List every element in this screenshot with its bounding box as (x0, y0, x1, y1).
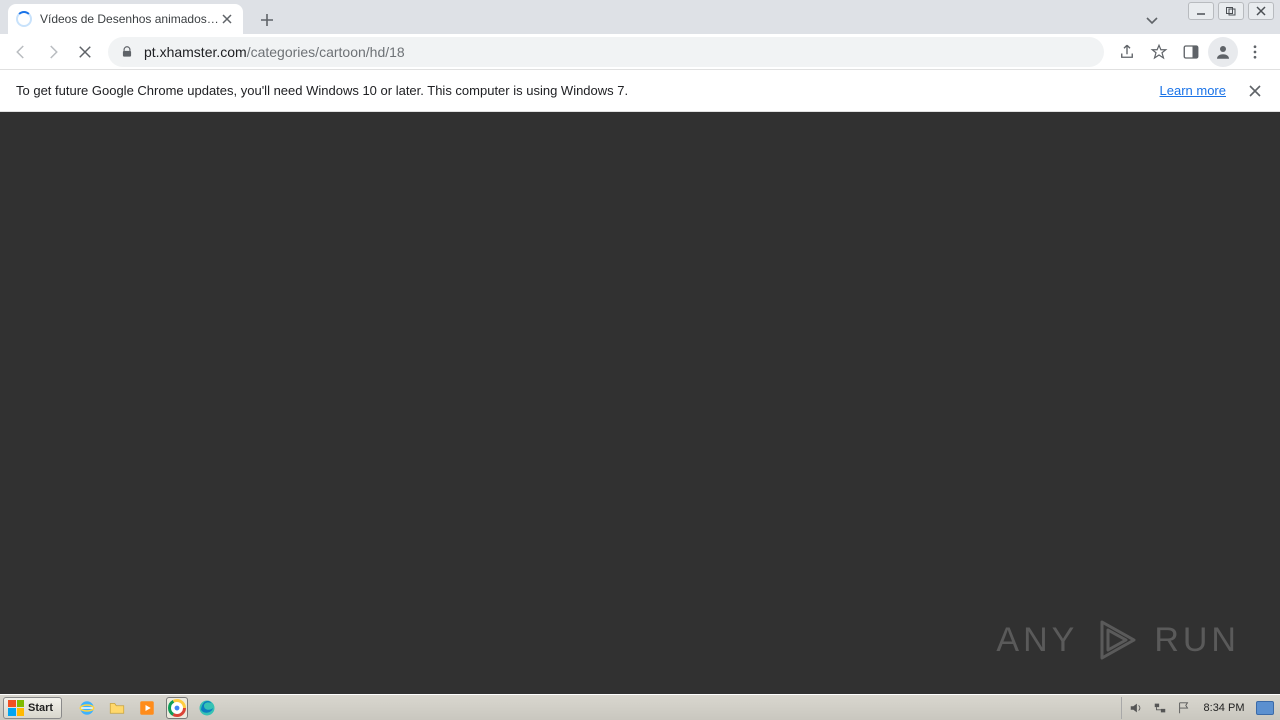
volume-icon (1129, 701, 1143, 715)
back-button[interactable] (6, 37, 36, 67)
chrome-icon (168, 699, 186, 717)
person-icon (1214, 43, 1232, 61)
close-icon (1255, 6, 1267, 16)
page-viewport: ANY RUN (0, 112, 1280, 694)
maximize-icon (1225, 6, 1237, 16)
close-icon (76, 43, 94, 61)
ie-icon (78, 699, 96, 717)
url-host: pt.xhamster.com (144, 44, 247, 60)
taskbar-pinned-apps (77, 698, 217, 718)
anyrun-watermark: ANY RUN (996, 616, 1240, 664)
taskbar-app-chrome[interactable] (167, 698, 187, 718)
minimize-icon (1195, 6, 1207, 16)
loading-spinner-icon (16, 11, 32, 27)
taskbar-app-explorer[interactable] (107, 698, 127, 718)
address-bar[interactable]: pt.xhamster.com/categories/cartoon/hd/18 (108, 37, 1104, 67)
minimize-button[interactable] (1188, 2, 1214, 20)
browser-toolbar: pt.xhamster.com/categories/cartoon/hd/18 (0, 34, 1280, 70)
infobar-message: To get future Google Chrome updates, you… (16, 83, 628, 98)
start-button[interactable]: Start (3, 697, 62, 719)
tray-flag[interactable] (1176, 700, 1192, 716)
chevron-down-icon (1145, 13, 1159, 27)
edge-icon (198, 699, 216, 717)
kebab-icon (1246, 43, 1264, 61)
taskbar-app-edge[interactable] (197, 698, 217, 718)
watermark-text-left: ANY (996, 621, 1078, 660)
start-label: Start (28, 702, 53, 714)
taskbar-app-media[interactable] (137, 698, 157, 718)
windows-taskbar: Start 8:34 PM (0, 694, 1280, 720)
tray-volume[interactable] (1128, 700, 1144, 716)
browser-window: Vídeos de Desenhos animados 720p (0, 0, 1280, 694)
side-panel-button[interactable] (1176, 37, 1206, 67)
tray-network[interactable] (1152, 700, 1168, 716)
forward-button[interactable] (38, 37, 68, 67)
star-icon (1150, 43, 1168, 61)
window-close-button[interactable] (1248, 2, 1274, 20)
close-icon (1249, 85, 1261, 97)
bookmark-button[interactable] (1144, 37, 1174, 67)
tray-clock[interactable]: 8:34 PM (1200, 702, 1248, 714)
network-icon (1153, 701, 1167, 715)
arrow-left-icon (12, 43, 30, 61)
tab-strip: Vídeos de Desenhos animados 720p (0, 0, 1280, 34)
url-path: /categories/cartoon/hd/18 (247, 44, 405, 60)
taskbar-app-ie[interactable] (77, 698, 97, 718)
media-player-icon (138, 699, 156, 717)
tab-close-button[interactable] (219, 11, 235, 27)
tab-title: Vídeos de Desenhos animados 720p (40, 12, 219, 26)
show-desktop-button[interactable] (1256, 701, 1274, 715)
close-icon (222, 14, 232, 24)
arrow-right-icon (44, 43, 62, 61)
toolbar-right-icons (1112, 37, 1274, 67)
maximize-button[interactable] (1218, 2, 1244, 20)
infobar-close-button[interactable] (1246, 82, 1264, 100)
flag-icon (1177, 701, 1191, 715)
chrome-menu-button[interactable] (1240, 37, 1270, 67)
browser-tab[interactable]: Vídeos de Desenhos animados 720p (8, 4, 243, 34)
update-infobar: To get future Google Chrome updates, you… (0, 70, 1280, 112)
share-icon (1118, 43, 1136, 61)
profile-button[interactable] (1208, 37, 1238, 67)
search-tabs-button[interactable] (1142, 10, 1162, 30)
watermark-text-right: RUN (1154, 621, 1240, 660)
windows-logo-icon (8, 700, 24, 716)
panel-icon (1182, 43, 1200, 61)
folder-icon (108, 699, 126, 717)
window-caption-buttons (1188, 2, 1274, 20)
stop-reload-button[interactable] (70, 37, 100, 67)
system-tray: 8:34 PM (1121, 697, 1280, 719)
share-button[interactable] (1112, 37, 1142, 67)
infobar-learn-more-link[interactable]: Learn more (1160, 83, 1226, 98)
lock-icon (120, 45, 134, 59)
play-triangle-icon (1092, 616, 1140, 664)
plus-icon (260, 13, 274, 27)
new-tab-button[interactable] (253, 6, 281, 34)
